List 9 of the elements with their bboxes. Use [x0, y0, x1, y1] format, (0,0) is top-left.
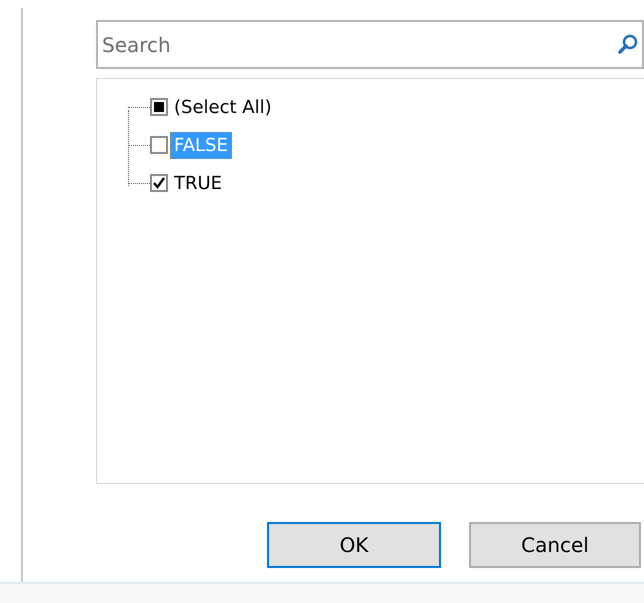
checkbox[interactable] — [150, 174, 168, 192]
checkbox[interactable] — [150, 136, 168, 154]
ok-button[interactable]: OK — [267, 522, 441, 568]
option-label[interactable]: (Select All) — [170, 94, 276, 120]
search-field[interactable]: Search — [96, 20, 644, 69]
option-label[interactable]: TRUE — [170, 170, 226, 196]
search-icon — [617, 33, 639, 55]
checkbox[interactable] — [150, 98, 168, 116]
cancel-button[interactable]: Cancel — [469, 522, 641, 568]
